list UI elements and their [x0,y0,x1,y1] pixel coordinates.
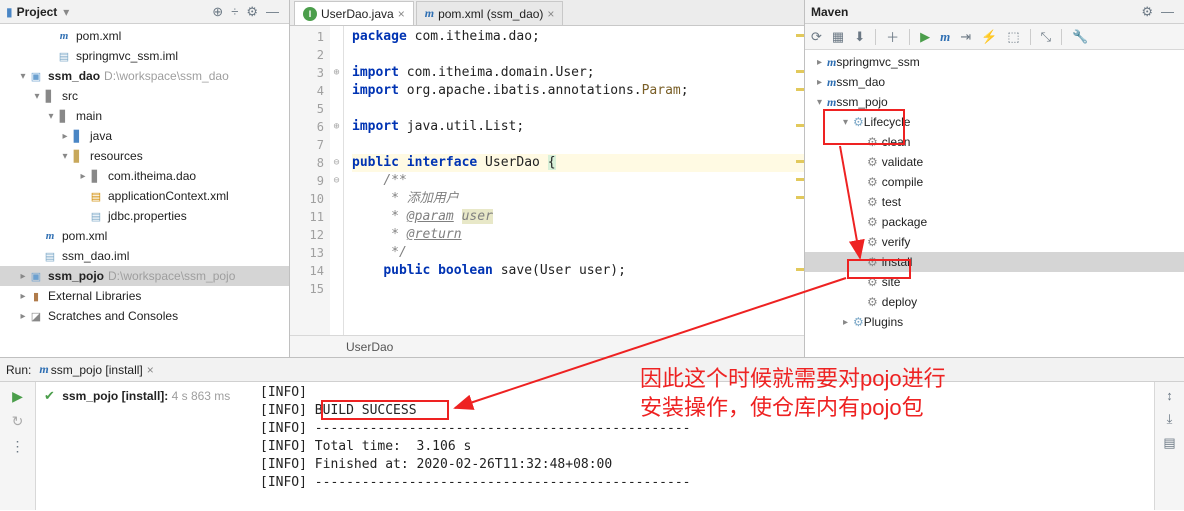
add-icon[interactable]: ＋ [886,27,899,46]
project-panel: ▮ Project ▾ ⊕ ÷ ⚙ — mpom.xml▤springmvc_s… [0,0,290,357]
run-config-name: ssm_pojo [install]: [62,389,168,403]
dependencies-icon[interactable]: ⬚ [1007,29,1019,45]
gear-icon[interactable]: ⚙ [1137,4,1157,20]
soft-wrap-icon[interactable]: ↕ [1166,388,1173,403]
wrench-icon[interactable]: 🔧 [1072,29,1088,45]
maven-item[interactable]: ▸mssm_dao [805,72,1184,92]
editor-body[interactable]: 123456789101112131415 ⊕⊕⊖⊖ package com.i… [290,26,804,335]
maven-item[interactable]: ▸⚙Plugins [805,312,1184,332]
maven-header: Maven ⚙ — [805,0,1184,24]
maven-icon[interactable]: m [940,29,950,45]
project-title: Project [17,5,58,19]
close-icon[interactable]: × [147,363,154,377]
tree-item[interactable]: ▸▮External Libraries [0,286,289,306]
tree-item[interactable]: ▤applicationContext.xml [0,186,289,206]
print-icon[interactable]: ▤ [1163,435,1175,451]
maven-item[interactable]: ⚙compile [805,172,1184,192]
maven-item[interactable]: ⚙verify [805,232,1184,252]
collapse-icon[interactable]: ÷ [227,4,242,19]
gear-icon[interactable]: ⚙ [242,4,262,20]
code-area[interactable]: package com.itheima.dao;import com.ithei… [344,26,804,335]
tree-item[interactable]: ▸▣ssm_pojoD:\workspace\ssm_pojo [0,266,289,286]
more-icon[interactable]: ⋮ [11,438,25,455]
project-header: ▮ Project ▾ ⊕ ÷ ⚙ — [0,0,289,24]
maven-toolbar: ⟳ ▦ ⬇ ＋ ▶ m ⇥ ⚡ ⬚ ⤡ 🔧 [805,24,1184,50]
hide-icon[interactable]: — [1157,4,1178,19]
run-title: Run: [6,363,31,377]
tree-item[interactable]: ▤springmvc_ssm.iml [0,46,289,66]
maven-item[interactable]: ⚙deploy [805,292,1184,312]
tree-item[interactable]: ▸◪Scratches and Consoles [0,306,289,326]
scroll-end-icon[interactable]: ⤓ [1167,411,1173,427]
breadcrumb-item[interactable]: UserDao [346,340,393,354]
editor-tabs: IUserDao.java×mpom.xml (ssm_dao)× [290,0,804,26]
skip-tests-icon[interactable]: ⇥ [960,29,971,45]
tree-item[interactable]: ▾▋main [0,106,289,126]
marker-column [794,26,804,335]
generate-icon[interactable]: ▦ [832,29,844,45]
run-icon[interactable]: ▶ [920,29,930,45]
tree-item[interactable]: mpom.xml [0,226,289,246]
editor-tab[interactable]: IUserDao.java× [294,1,414,25]
select-opened-icon[interactable]: ⊕ [208,4,227,20]
reimport-icon[interactable]: ⟳ [811,29,822,45]
run-duration: 4 s 863 ms [172,389,231,403]
maven-item[interactable]: ⚙clean [805,132,1184,152]
breadcrumb[interactable]: UserDao [290,335,804,357]
maven-panel: Maven ⚙ — ⟳ ▦ ⬇ ＋ ▶ m ⇥ ⚡ ⬚ ⤡ 🔧 ▸mspring… [804,0,1184,357]
maven-title: Maven [811,5,848,19]
collapse-all-icon[interactable]: ⤡ [1041,29,1051,45]
maven-item[interactable]: ⚙test [805,192,1184,212]
tree-item[interactable]: ▤jdbc.properties [0,206,289,226]
line-gutter: 123456789101112131415 [290,26,330,335]
hide-icon[interactable]: — [262,4,283,19]
project-tree[interactable]: mpom.xml▤springmvc_ssm.iml▾▣ssm_daoD:\wo… [0,24,289,357]
stop-icon[interactable]: ↻ [12,413,24,430]
dropdown-icon[interactable]: ▾ [63,5,69,19]
tree-item[interactable]: ▾▣ssm_daoD:\workspace\ssm_dao [0,66,289,86]
maven-item[interactable]: ⚙install [805,252,1184,272]
editor-tab[interactable]: mpom.xml (ssm_dao)× [416,1,564,25]
offline-icon[interactable]: ⚡ [981,29,997,45]
tree-item[interactable]: mpom.xml [0,26,289,46]
run-header: Run: m ssm_pojo [install] × [0,358,1184,382]
tree-item[interactable]: ▸▋com.itheima.dao [0,166,289,186]
tree-item[interactable]: ▾▋src [0,86,289,106]
close-icon[interactable]: × [398,7,405,21]
close-icon[interactable]: × [547,7,554,21]
run-left-toolbar: ▶ ↻ ⋮ [0,382,36,510]
maven-item[interactable]: ▸mspringmvc_ssm [805,52,1184,72]
folder-icon: ▮ [6,5,13,19]
console-output[interactable]: [INFO] [INFO] BUILD SUCCESS[INFO] ------… [256,382,1154,510]
maven-item[interactable]: ▾⚙Lifecycle [805,112,1184,132]
maven-item[interactable]: ⚙package [805,212,1184,232]
maven-item[interactable]: ▾mssm_pojo [805,92,1184,112]
run-right-toolbar: ↕ ⤓ ▤ [1154,382,1184,510]
maven-icon: m [39,362,48,377]
tree-item[interactable]: ▾▋resources [0,146,289,166]
fold-column[interactable]: ⊕⊕⊖⊖ [330,26,344,335]
run-panel: Run: m ssm_pojo [install] × ▶ ↻ ⋮ ✔ ssm_… [0,358,1184,510]
run-tab-label[interactable]: ssm_pojo [install] [51,363,143,377]
maven-tree[interactable]: ▸mspringmvc_ssm▸mssm_dao▾mssm_pojo▾⚙Life… [805,50,1184,357]
editor-panel: IUserDao.java×mpom.xml (ssm_dao)× 123456… [290,0,804,357]
maven-item[interactable]: ⚙validate [805,152,1184,172]
success-icon: ✔ [44,388,55,403]
maven-item[interactable]: ⚙site [805,272,1184,292]
tree-item[interactable]: ▤ssm_dao.iml [0,246,289,266]
tree-item[interactable]: ▸▋java [0,126,289,146]
rerun-icon[interactable]: ▶ [12,388,23,405]
run-status: ✔ ssm_pojo [install]: 4 s 863 ms [36,382,256,510]
download-icon[interactable]: ⬇ [854,29,865,45]
